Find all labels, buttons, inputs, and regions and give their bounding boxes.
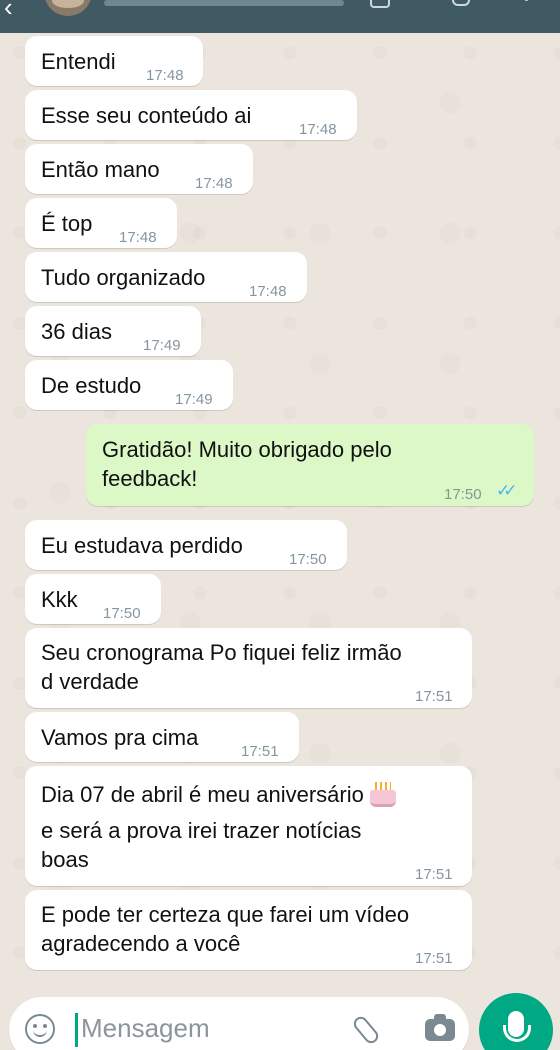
message-time: 17:50 xyxy=(289,551,327,568)
message-time: 17:49 xyxy=(175,391,213,408)
message-bubble-incoming[interactable]: Entendi 17:48 xyxy=(25,36,203,86)
camera-icon[interactable] xyxy=(425,1014,455,1041)
microphone-icon[interactable] xyxy=(479,993,553,1050)
message-bubble-incoming[interactable]: 36 dias 17:49 xyxy=(25,306,201,356)
message-text-line: Dia 07 de abril é meu aniversário xyxy=(41,780,398,809)
message-text: De estudo xyxy=(41,373,142,398)
message-bubble-incoming[interactable]: É top 17:48 xyxy=(25,198,177,248)
menu-icon[interactable] xyxy=(518,0,538,8)
message-time: 17:51 xyxy=(415,950,453,967)
message-text-line-content: Dia 07 de abril é meu aniversário xyxy=(41,782,364,807)
call-icon[interactable] xyxy=(370,0,390,8)
message-text: Eu estudava perdido xyxy=(41,533,243,558)
message-time: 17:49 xyxy=(143,337,181,354)
message-bubble-incoming[interactable]: Vamos pra cima 17:51 xyxy=(25,712,299,762)
message-bubble-incoming[interactable]: Dia 07 de abril é meu aniversário e será… xyxy=(25,766,472,886)
message-bubble-outgoing[interactable]: Gratidão! Muito obrigado pelo feedback! … xyxy=(86,424,534,506)
message-time: 17:48 xyxy=(249,283,287,300)
text-caret xyxy=(75,1013,78,1047)
message-time: 17:50 xyxy=(444,486,482,503)
message-text: 36 dias xyxy=(41,319,112,344)
message-text: Vamos pra cima xyxy=(41,725,199,750)
read-ticks-icon: ✓✓ xyxy=(496,481,517,500)
message-text-line: Gratidão! Muito obrigado pelo xyxy=(102,437,392,462)
message-text-line: boas xyxy=(41,847,89,872)
message-text-line: e será a prova irei trazer notícias xyxy=(41,818,362,843)
back-arrow-icon[interactable]: ‹ xyxy=(4,0,13,23)
message-time: 17:48 xyxy=(195,175,233,192)
message-text: Kkk xyxy=(41,587,78,612)
message-time: 17:50 xyxy=(103,605,141,622)
message-time: 17:48 xyxy=(299,121,337,138)
message-bubble-incoming[interactable]: De estudo 17:49 xyxy=(25,360,233,410)
message-text: É top xyxy=(41,211,93,236)
message-time: 17:48 xyxy=(119,229,157,246)
chat-header: ‹ xyxy=(0,0,560,33)
message-composer[interactable]: Mensagem xyxy=(9,997,469,1050)
attach-clip-icon[interactable] xyxy=(350,1014,382,1046)
message-bubble-incoming[interactable]: Tudo organizado 17:48 xyxy=(25,252,307,302)
contact-name[interactable] xyxy=(104,0,344,6)
message-time: 17:51 xyxy=(415,866,453,883)
message-text: Esse seu conteúdo ai xyxy=(41,103,252,128)
message-time: 17:51 xyxy=(241,743,279,760)
message-text: Entendi xyxy=(41,49,116,74)
message-text-line: d verdade xyxy=(41,669,139,694)
message-bubble-incoming[interactable]: Então mano 17:48 xyxy=(25,144,253,194)
message-text-line: E pode ter certeza que farei um vídeo xyxy=(41,902,410,927)
message-input[interactable]: Mensagem xyxy=(81,1013,210,1044)
message-text: Tudo organizado xyxy=(41,265,206,290)
message-bubble-incoming[interactable]: Kkk 17:50 xyxy=(25,574,161,624)
avatar[interactable] xyxy=(44,0,92,16)
message-text-line: agradecendo a você xyxy=(41,931,241,956)
message-bubble-incoming[interactable]: Seu cronograma Po fiquei feliz irmão d v… xyxy=(25,628,472,708)
message-text-line: feedback! xyxy=(102,466,198,491)
message-time: 17:51 xyxy=(415,688,453,705)
message-bubble-incoming[interactable]: Esse seu conteúdo ai 17:48 xyxy=(25,90,357,140)
message-text: Então mano xyxy=(41,157,160,182)
message-bubble-incoming[interactable]: E pode ter certeza que farei um vídeo ag… xyxy=(25,890,472,970)
message-text-line: Seu cronograma Po fiquei feliz irmão xyxy=(41,640,402,665)
birthday-cake-icon xyxy=(368,780,398,807)
message-bubble-incoming[interactable]: Eu estudava perdido 17:50 xyxy=(25,520,347,570)
emoji-icon[interactable] xyxy=(25,1014,55,1044)
video-call-icon[interactable] xyxy=(452,0,472,8)
message-time: 17:48 xyxy=(146,67,184,84)
